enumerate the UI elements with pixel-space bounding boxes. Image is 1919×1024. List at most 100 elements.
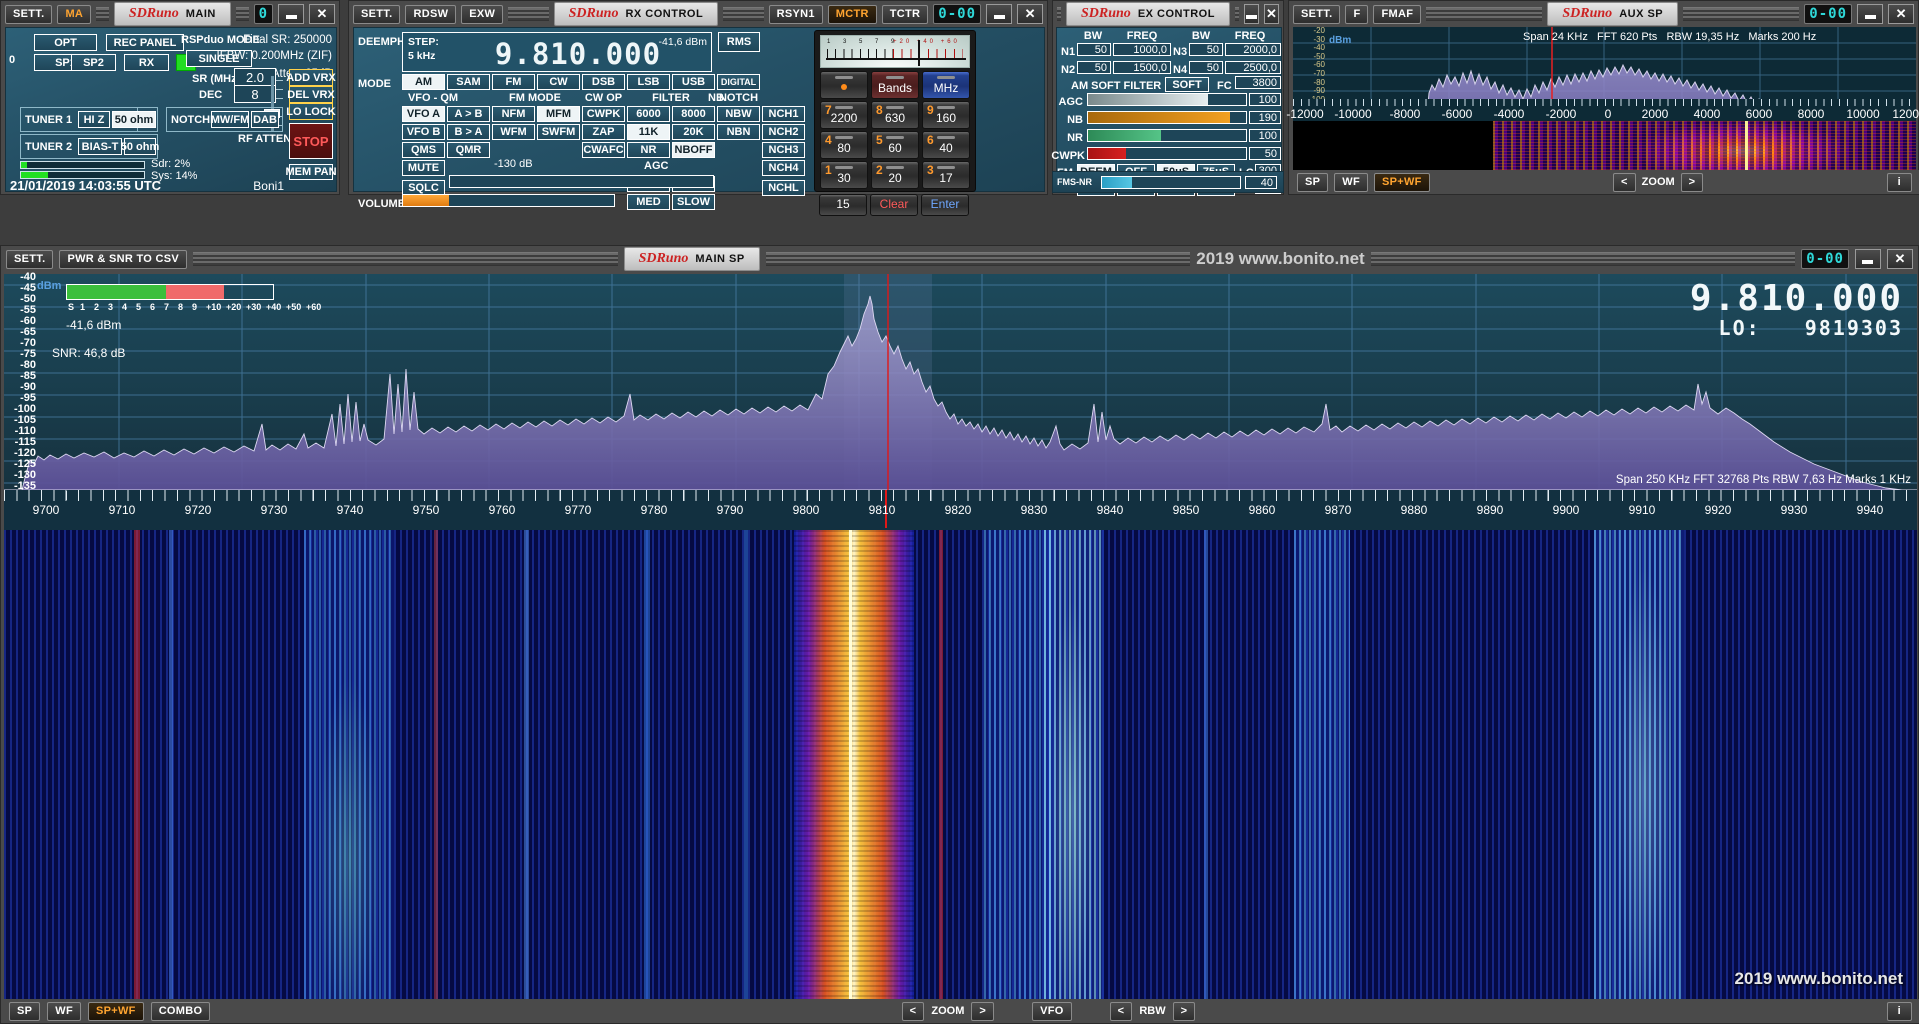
rsyn1-button[interactable]: RSYN1 <box>769 5 823 24</box>
main-sett-button[interactable]: SETT. <box>5 5 52 24</box>
bands-button[interactable]: Bands <box>871 71 919 99</box>
mode-sam-button[interactable]: SAM <box>447 74 490 90</box>
n2-freq-field[interactable]: 1500,0 <box>1113 61 1171 74</box>
tuner2-50ohm-button[interactable]: 50 ohm <box>124 138 156 155</box>
wfm-button[interactable]: WFM <box>492 124 535 140</box>
sp-vfo-button[interactable]: VFO <box>1032 1002 1072 1021</box>
qmr-button[interactable]: QMR <box>447 142 490 158</box>
mw-fm-notch-button[interactable]: MW/FM <box>211 111 249 128</box>
sp-sp-button[interactable]: SP <box>9 1002 40 1021</box>
nbw-button[interactable]: NBW <box>717 106 760 122</box>
swfm-button[interactable]: SWFM <box>537 124 580 140</box>
filter-11k-button[interactable]: 11K <box>627 124 670 140</box>
aux-wf-button[interactable]: WF <box>1334 173 1368 192</box>
add-vrx-button[interactable]: ADD VRX <box>289 69 333 86</box>
main-ma-button[interactable]: MA <box>57 5 91 24</box>
nfm-button[interactable]: NFM <box>492 106 535 122</box>
qms-button[interactable]: QMS <box>402 142 445 158</box>
nch1-button[interactable]: NCH1 <box>762 106 805 122</box>
sp-info-button[interactable]: i <box>1887 1002 1912 1021</box>
aux-fmaf-button[interactable]: FMAF <box>1373 5 1421 24</box>
keypad-5-60[interactable]: 560 <box>871 131 919 159</box>
nr-button[interactable]: NR <box>627 142 670 158</box>
sp-titlebar[interactable]: SETT. PWR & SNR TO CSV SDRunoMAIN SP 201… <box>1 246 1918 272</box>
fmsnr-slider[interactable] <box>1101 176 1241 189</box>
rx-sett-button[interactable]: SETT. <box>353 5 400 24</box>
soft-button[interactable]: SOFT <box>1165 77 1209 92</box>
cwafc-button[interactable]: CWAFC <box>582 142 625 158</box>
keypad-8-630[interactable]: 8630 <box>871 101 919 129</box>
mode-lsb-button[interactable]: LSB <box>627 74 670 90</box>
nbn-button[interactable]: NBN <box>717 124 760 140</box>
vfo-a-button[interactable]: VFO A <box>402 106 445 122</box>
aux-waterfall[interactable] <box>1293 121 1916 171</box>
nboff-button[interactable]: NBOFF <box>672 142 715 158</box>
mfm-button[interactable]: MFM <box>537 106 580 122</box>
agc-med-button[interactable]: MED <box>627 194 670 210</box>
rec-panel-button[interactable]: REC PANEL <box>106 34 184 51</box>
keypad-1-30[interactable]: 130 <box>820 161 868 189</box>
nr-slider[interactable] <box>1087 129 1247 142</box>
keypad-enter-button[interactable]: Enter <box>921 194 969 216</box>
main-close-button[interactable]: ✕ <box>309 4 335 24</box>
sp-zoom-in-button[interactable]: > <box>971 1002 994 1021</box>
mode-dsb-button[interactable]: DSB <box>582 74 625 90</box>
main-titlebar[interactable]: SETT. MA SDRunoMAIN 0 ✕ <box>1 1 339 27</box>
mode-usb-button[interactable]: USB <box>672 74 715 90</box>
aux-f-button[interactable]: F <box>1345 5 1368 24</box>
cwpk-button[interactable]: CWPK <box>582 106 625 122</box>
sp-close-button[interactable]: ✕ <box>1887 249 1913 269</box>
mctr-button[interactable]: MCTR <box>828 5 877 24</box>
aux-titlebar[interactable]: SETT. F FMAF SDRunoAUX SP 0-00 ✕ <box>1289 1 1918 27</box>
sp-rbw-dec-button[interactable]: < <box>1110 1002 1133 1021</box>
keypad-clear-button[interactable]: Clear <box>870 194 918 216</box>
mem-pan-button[interactable]: MEM PAN <box>289 164 333 180</box>
main-spectrum-plot[interactable]: -40 -45 -50 -55 -60 -65 -70 -75 -80 -85 … <box>4 274 1917 490</box>
filter-20k-button[interactable]: 20K <box>672 124 715 140</box>
zap-button[interactable]: ZAP <box>582 124 625 140</box>
sp-spwf-button[interactable]: SP+WF <box>88 1002 144 1021</box>
n1-bw-field[interactable]: 50 <box>1077 43 1111 56</box>
sp-minimize-button[interactable] <box>1855 249 1881 269</box>
main-waterfall[interactable]: 2019 www.bonito.net <box>4 530 1917 999</box>
mute-button[interactable]: MUTE <box>402 160 445 176</box>
mhz-button[interactable]: MHz <box>922 71 970 99</box>
fc-field[interactable]: 3800 <box>1235 76 1281 89</box>
lo-lock-button[interactable]: LO LOCK <box>289 103 333 120</box>
aux-minimize-button[interactable] <box>1857 4 1883 24</box>
aux-zoom-out-button[interactable]: < <box>1613 173 1636 192</box>
cwpk-slider[interactable] <box>1087 147 1247 160</box>
opt-button[interactable]: OPT <box>34 34 97 51</box>
rx-minimize-button[interactable] <box>986 4 1012 24</box>
filter-8000-button[interactable]: 8000 <box>672 106 715 122</box>
aux-spwf-button[interactable]: SP+WF <box>1374 173 1430 192</box>
n4-freq-field[interactable]: 2500,0 <box>1225 61 1281 74</box>
tctr-button[interactable]: TCTR <box>882 5 929 24</box>
keypad-led-button[interactable] <box>820 71 868 99</box>
ex-close-button[interactable]: ✕ <box>1264 4 1279 24</box>
rms-button[interactable]: RMS <box>718 32 760 52</box>
frequency-display[interactable]: STEP: 5 kHz 9.810.000 -41,6 dBm <box>402 32 712 72</box>
rdsw-button[interactable]: RDSW <box>405 5 456 24</box>
nb-slider[interactable] <box>1087 111 1247 124</box>
keypad-6-40[interactable]: 640 <box>922 131 970 159</box>
keypad-9-160[interactable]: 9160 <box>922 101 970 129</box>
sp-combo-button[interactable]: COMBO <box>151 1002 211 1021</box>
rx-close-button[interactable]: ✕ <box>1017 4 1043 24</box>
filter-6000-button[interactable]: 6000 <box>627 106 670 122</box>
pwr-snr-csv-button[interactable]: PWR & SNR TO CSV <box>59 250 187 269</box>
sp-rbw-inc-button[interactable]: > <box>1173 1002 1196 1021</box>
nch2-button[interactable]: NCH2 <box>762 124 805 140</box>
agc-slider[interactable] <box>1087 93 1247 106</box>
del-vrx-button[interactable]: DEL VRX <box>289 86 333 103</box>
stop-button[interactable]: STOP <box>289 123 333 159</box>
nch3-button[interactable]: NCH3 <box>762 142 805 158</box>
volume-slider[interactable] <box>402 194 615 207</box>
exw-button[interactable]: EXW <box>461 5 503 24</box>
n3-freq-field[interactable]: 2000,0 <box>1225 43 1281 56</box>
main-minimize-button[interactable] <box>278 4 304 24</box>
keypad-7-2200[interactable]: 72200 <box>820 101 868 129</box>
aux-info-button[interactable]: i <box>1887 173 1912 192</box>
dec-field[interactable]: 8 <box>234 85 276 103</box>
sp2-button[interactable]: SP2 <box>71 54 116 71</box>
